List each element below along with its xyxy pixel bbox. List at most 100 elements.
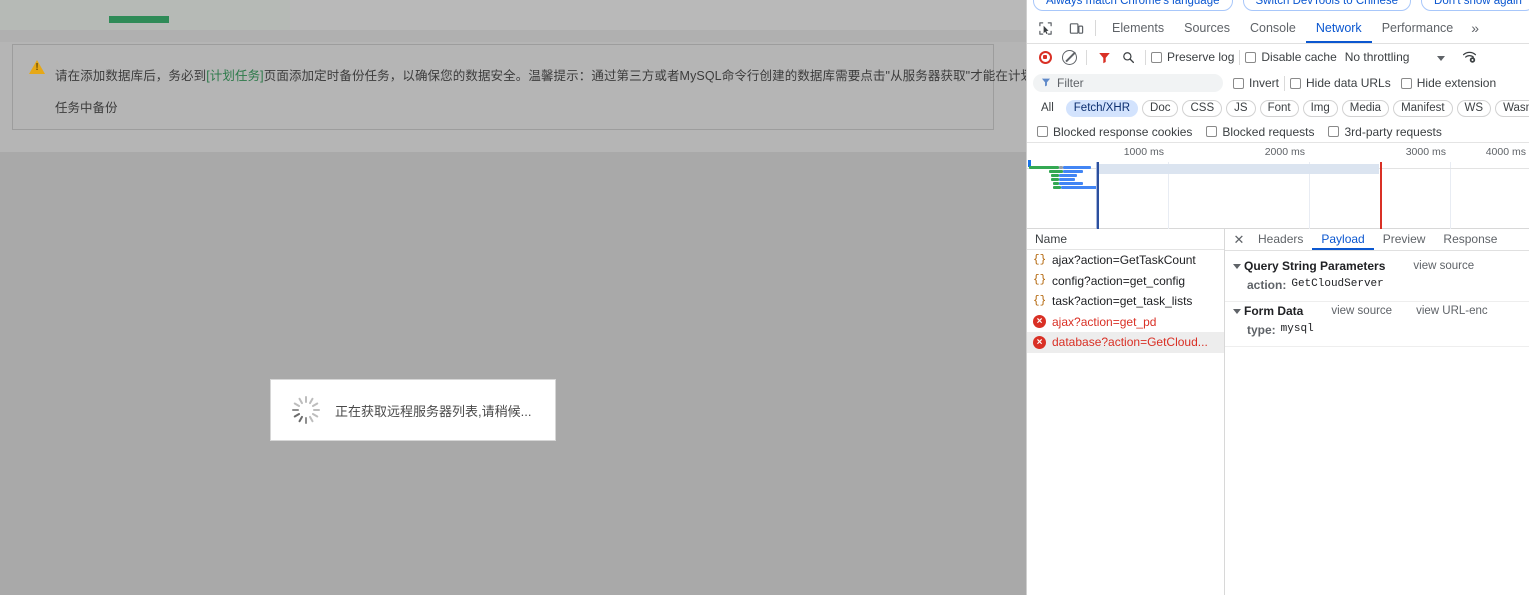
warning-triangle-icon xyxy=(29,60,45,75)
chip-fetch-xhr[interactable]: Fetch/XHR xyxy=(1065,99,1139,117)
hide-extension-box[interactable] xyxy=(1400,77,1412,89)
filter-funnel-icon[interactable] xyxy=(1092,46,1116,68)
payload-content: Query String Parameters view source acti… xyxy=(1225,251,1529,347)
overview-tick-label: 1000 ms xyxy=(1123,146,1164,158)
overview-bar xyxy=(1059,178,1075,181)
close-icon[interactable]: ✕ xyxy=(1229,230,1249,250)
database-warning-box: 请在添加数据库后，务必到[计划任务]页面添加定时备份任务，以确保您的数据安全。温… xyxy=(12,44,1026,130)
device-toolbar-icon[interactable] xyxy=(1063,15,1089,41)
overview-bar xyxy=(1059,182,1083,185)
chip-doc[interactable]: Doc xyxy=(1142,99,1179,117)
filter-divider xyxy=(1284,75,1286,91)
preserve-log-checkbox[interactable]: Preserve log xyxy=(1151,50,1234,64)
tab-headers[interactable]: Headers xyxy=(1249,229,1312,250)
query-string-parameters-section-header[interactable]: Query String Parameters view source xyxy=(1225,257,1529,275)
overview-bar xyxy=(1063,170,1083,173)
hide-data-urls-checkbox[interactable]: Hide data URLs xyxy=(1290,76,1391,90)
overview-bar xyxy=(1061,186,1097,189)
chip-css[interactable]: CSS xyxy=(1182,99,1223,117)
chevron-down-icon[interactable] xyxy=(1437,50,1446,64)
param-key: action: xyxy=(1247,278,1287,292)
throttling-select[interactable]: No throttling xyxy=(1345,50,1410,64)
warning-text-before-link: 请在添加数据库后，务必到 xyxy=(55,69,207,83)
dont-show-again-button[interactable]: Don't show again xyxy=(1421,0,1529,11)
request-detail-pane: ✕ Headers Payload Preview Response Query… xyxy=(1225,229,1529,595)
blocked-requests-checkbox[interactable]: Blocked requests xyxy=(1206,125,1314,139)
network-filter-row: Filter Invert Hide data URLs Hide extens… xyxy=(1027,71,1529,95)
form-data-section-header[interactable]: Form Data view source view URL-enc xyxy=(1225,302,1529,320)
network-split-pane: Name {} ajax?action=GetTaskCount {} conf… xyxy=(1027,229,1529,595)
table-row[interactable]: × database?action=GetCloud... xyxy=(1027,332,1224,353)
detail-tabbar: ✕ Headers Payload Preview Response xyxy=(1225,229,1529,251)
table-row[interactable]: {} ajax?action=GetTaskCount xyxy=(1027,250,1224,271)
loading-message: 正在获取远程服务器列表,请稍候... xyxy=(335,403,532,419)
third-party-requests-box[interactable] xyxy=(1328,126,1340,137)
view-url-encoded-link[interactable]: view URL-enc xyxy=(1416,305,1488,317)
tab-preview[interactable]: Preview xyxy=(1374,229,1435,250)
blocked-response-cookies-box[interactable] xyxy=(1037,126,1048,137)
warning-text-after-link: 页面添加定时备份任务，以确保您的数据安全。温馨提示：通过第三方或者MySQL命令… xyxy=(263,69,1026,83)
table-row[interactable]: × ajax?action=get_pd xyxy=(1027,312,1224,333)
resource-type-chips: All Fetch/XHR Doc CSS JS Font Img Media … xyxy=(1027,96,1529,120)
blocked-requests-box[interactable] xyxy=(1206,126,1218,137)
search-input[interactable]: Filter xyxy=(1033,74,1223,92)
payload-param-row: type: mysql xyxy=(1225,320,1529,341)
chip-ws[interactable]: WS xyxy=(1456,99,1492,117)
active-tab-indicator xyxy=(109,16,169,23)
overview-bar xyxy=(1051,174,1059,177)
third-party-requests-checkbox[interactable]: 3rd-party requests xyxy=(1328,125,1442,139)
tab-response[interactable]: Response xyxy=(1434,229,1506,250)
tab-performance[interactable]: Performance xyxy=(1372,13,1464,43)
scheduled-task-link[interactable]: [计划任务] xyxy=(206,69,264,83)
chip-img[interactable]: Img xyxy=(1302,99,1338,117)
chip-manifest[interactable]: Manifest xyxy=(1393,99,1453,117)
preserve-log-box[interactable] xyxy=(1151,51,1162,63)
hide-extension-checkbox[interactable]: Hide extension xyxy=(1400,76,1496,90)
chip-all[interactable]: All xyxy=(1033,99,1062,117)
chip-media[interactable]: Media xyxy=(1341,99,1390,117)
preserve-log-label: Preserve log xyxy=(1167,50,1235,64)
invert-box[interactable] xyxy=(1233,77,1244,89)
overview-selection-band[interactable] xyxy=(1097,164,1379,174)
table-row[interactable]: {} config?action=get_config xyxy=(1027,271,1224,292)
devtools-panel: Always match Chrome's language Switch De… xyxy=(1026,0,1529,595)
more-tabs-button[interactable]: » xyxy=(1463,20,1487,36)
request-name: config?action=get_config xyxy=(1052,273,1186,288)
always-match-language-button[interactable]: Always match Chrome's language xyxy=(1033,0,1233,11)
overview-tick-label: 3000 ms xyxy=(1405,146,1446,158)
request-name-column-header[interactable]: Name xyxy=(1027,229,1224,250)
view-source-link[interactable]: view source xyxy=(1331,305,1392,317)
overview-bar xyxy=(1049,170,1063,173)
blocked-response-cookies-checkbox[interactable]: Blocked response cookies xyxy=(1037,125,1192,139)
disable-cache-checkbox[interactable]: Disable cache xyxy=(1245,50,1337,64)
switch-to-chinese-button[interactable]: Switch DevTools to Chinese xyxy=(1242,0,1412,11)
network-conditions-wifi-icon[interactable] xyxy=(1457,46,1481,68)
param-key: type: xyxy=(1247,323,1276,337)
disable-cache-box[interactable] xyxy=(1245,51,1257,63)
hide-data-urls-box[interactable] xyxy=(1290,77,1302,89)
blocked-options-row: Blocked response cookies Blocked request… xyxy=(1027,121,1529,143)
search-icon[interactable] xyxy=(1116,46,1140,68)
table-row[interactable]: {} task?action=get_task_lists xyxy=(1027,291,1224,312)
param-value: GetCloudServer xyxy=(1291,278,1384,290)
overview-bar xyxy=(1063,166,1091,169)
tab-console[interactable]: Console xyxy=(1240,13,1306,43)
record-stop-icon[interactable] xyxy=(1033,46,1057,68)
tab-payload[interactable]: Payload xyxy=(1312,229,1373,250)
chip-font[interactable]: Font xyxy=(1259,99,1299,117)
filter-placeholder: Filter xyxy=(1057,76,1084,90)
inspect-element-icon[interactable] xyxy=(1032,15,1058,41)
error-circle-icon: × xyxy=(1033,315,1046,329)
invert-checkbox[interactable]: Invert xyxy=(1233,76,1279,90)
disable-cache-label: Disable cache xyxy=(1261,50,1337,64)
tab-network[interactable]: Network xyxy=(1306,13,1372,43)
network-overview-timeline[interactable]: 1000 ms 2000 ms 3000 ms 4000 ms xyxy=(1027,144,1529,229)
invert-label: Invert xyxy=(1249,76,1280,90)
tab-elements[interactable]: Elements xyxy=(1102,13,1174,43)
chip-wasm[interactable]: Wasm xyxy=(1495,99,1529,117)
chip-js[interactable]: JS xyxy=(1226,99,1256,117)
clear-network-log-icon[interactable] xyxy=(1057,46,1081,68)
view-source-link[interactable]: view source xyxy=(1413,260,1474,272)
tab-sources[interactable]: Sources xyxy=(1174,13,1240,43)
overview-tick-label: 2000 ms xyxy=(1264,146,1305,158)
